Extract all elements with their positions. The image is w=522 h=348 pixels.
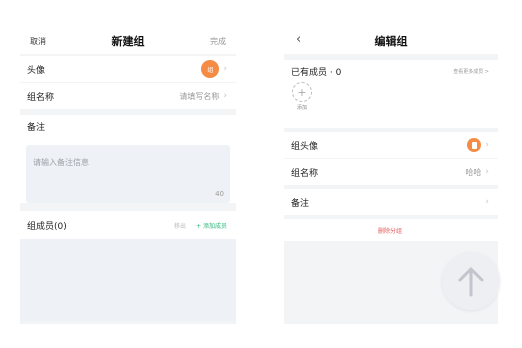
group-name-input[interactable]: 请填写名称 xyxy=(179,91,219,102)
chevron-right-icon: › xyxy=(485,197,489,207)
plus-icon: + xyxy=(292,82,312,102)
cancel-button[interactable]: 取消 xyxy=(30,36,46,47)
chevron-right-icon: › xyxy=(485,140,489,150)
memo-section: 备注 请输入备注信息 40 xyxy=(20,115,236,203)
navbar: 取消 新建组 完成 xyxy=(20,28,236,54)
add-label: 添加 xyxy=(296,105,307,111)
members-list xyxy=(20,239,236,321)
arrow-up-icon xyxy=(458,267,484,297)
navbar: ‹ 编辑组 xyxy=(284,28,498,54)
avatar-row[interactable]: 头像 组 › xyxy=(20,56,236,82)
group-name-label: 组名称 xyxy=(291,168,319,179)
members-label: 组成员(0) xyxy=(27,221,67,232)
group-avatar-row[interactable]: 组头像 › xyxy=(284,132,498,158)
chevron-right-icon: › xyxy=(223,91,227,101)
delete-group-button[interactable]: 删除分组 xyxy=(284,219,498,241)
chevron-right-icon: › xyxy=(485,167,489,177)
view-more-link[interactable]: 查看更多成员 > xyxy=(453,68,489,75)
memo-row[interactable]: 备注 › xyxy=(284,189,498,215)
memo-label: 备注 xyxy=(291,198,310,209)
new-group-screen: 取消 新建组 完成 头像 组 › 组名称 请填写名称 › 备注 请输入备注信息 … xyxy=(20,28,236,324)
members-section: 已有成员 · 0 查看更多成员 > + 添加 xyxy=(284,60,498,128)
chevron-right-icon: › xyxy=(223,64,227,74)
avatar-badge-text: 组 xyxy=(207,66,214,74)
remove-member-button[interactable]: 移出 xyxy=(174,221,186,230)
group-name-value: 哈哈 xyxy=(465,167,482,177)
members-row: 组成员(0) 移出 + 添加成员 xyxy=(20,211,236,239)
document-icon xyxy=(471,141,477,149)
chevron-left-icon[interactable]: ‹ xyxy=(296,32,301,47)
memo-label: 备注 xyxy=(27,122,46,133)
members-label: 已有成员 · 0 xyxy=(291,67,342,78)
done-button[interactable]: 完成 xyxy=(210,36,226,47)
group-name-label: 组名称 xyxy=(27,92,55,103)
group-avatar-label: 组头像 xyxy=(291,141,319,152)
avatar-label: 头像 xyxy=(27,65,46,76)
group-name-row[interactable]: 组名称 请填写名称 › xyxy=(20,83,236,109)
add-member-button[interactable]: + 添加成员 xyxy=(196,221,227,230)
delete-group-label: 删除分组 xyxy=(377,227,402,235)
memo-input[interactable]: 请输入备注信息 40 xyxy=(26,145,230,203)
avatar[interactable] xyxy=(467,138,482,152)
memo-placeholder: 请输入备注信息 xyxy=(33,158,89,167)
page-title: 新建组 xyxy=(111,35,145,48)
scroll-to-top-button[interactable] xyxy=(442,252,500,310)
page-title: 编辑组 xyxy=(374,35,408,48)
memo-char-count: 40 xyxy=(215,190,224,198)
group-name-row[interactable]: 组名称 哈哈 › xyxy=(284,159,498,185)
add-member-tile[interactable]: + 添加 xyxy=(284,82,498,111)
avatar[interactable]: 组 xyxy=(201,60,220,78)
